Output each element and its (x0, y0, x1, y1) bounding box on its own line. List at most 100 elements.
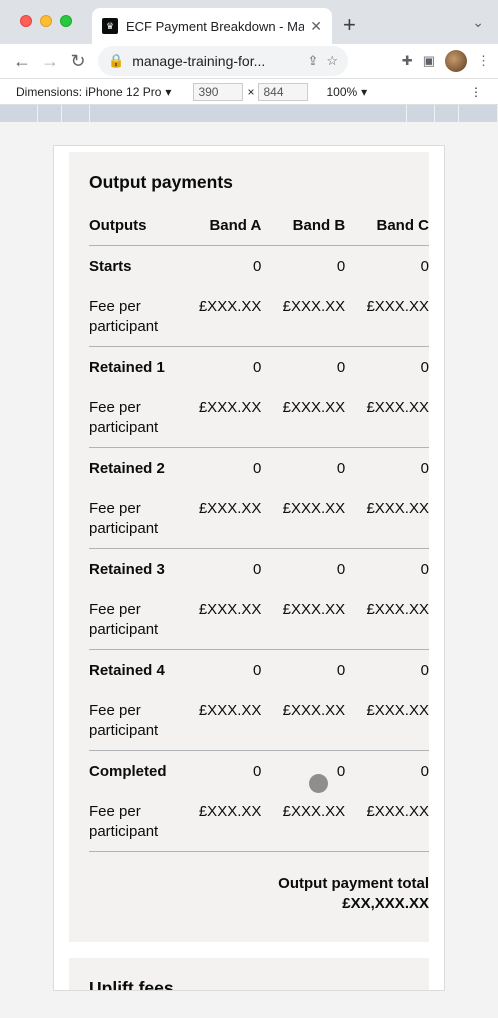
fee-cell: £XXX.XX (345, 587, 429, 650)
minimize-window-button[interactable] (40, 15, 52, 27)
times-icon: × (247, 84, 255, 99)
table-row: Starts 0 0 0 (89, 246, 429, 285)
fee-cell: £XXX.XX (261, 587, 346, 650)
table-row: Completed 0 0 0 (89, 751, 429, 790)
touch-cursor (309, 774, 328, 793)
device-select[interactable]: Dimensions: iPhone 12 Pro (16, 85, 161, 99)
device-toolbar: Dimensions: iPhone 12 Pro ▾ 390 × 844 10… (0, 78, 498, 104)
fee-cell: £XXX.XX (195, 688, 262, 751)
table-row: Retained 4 0 0 0 (89, 650, 429, 689)
tab-title: ECF Payment Breakdown - Man (126, 18, 305, 34)
count-cell: 0 (420, 359, 429, 376)
fee-cell: £XXX.XX (261, 688, 346, 751)
fee-label: Fee per participant (89, 385, 196, 448)
fee-cell: £XXX.XX (261, 789, 346, 852)
column-header: Band B (261, 217, 346, 246)
table-row: Fee per participant £XXX.XX £XXX.XX £XXX.XX (89, 587, 429, 650)
column-header: Band C (345, 217, 429, 246)
media-query-ruler[interactable] (0, 104, 498, 122)
row-label: Starts (89, 258, 132, 275)
count-cell: 0 (420, 460, 429, 477)
row-label: Retained 4 (89, 662, 165, 679)
fee-cell: £XXX.XX (195, 486, 262, 549)
device-frame: Output payments Outputs Band A Band B Ba… (53, 145, 445, 991)
fee-cell: £XXX.XX (345, 688, 429, 751)
table-row: Retained 3 0 0 0 (89, 549, 429, 588)
count-cell: 0 (336, 561, 346, 578)
table-row: Fee per participant £XXX.XX £XXX.XX £XXX.XX (89, 385, 429, 448)
fee-cell: £XXX.XX (345, 486, 429, 549)
browser-tab-bar: ♛ ECF Payment Breakdown - Man ✕ + ⌄ (0, 0, 498, 44)
count-cell: 0 (336, 662, 346, 679)
reload-button[interactable]: ↻ (64, 47, 92, 75)
count-cell: 0 (420, 763, 429, 780)
count-cell: 0 (336, 460, 346, 477)
more-options-icon[interactable]: ⋮ (470, 85, 482, 99)
address-bar[interactable]: 🔒 manage-training-for... ⇪ ☆ (98, 46, 348, 76)
row-label: Retained 1 (89, 359, 165, 376)
table-row: Retained 2 0 0 0 (89, 448, 429, 487)
table-row: Retained 1 0 0 0 (89, 347, 429, 386)
window-controls (20, 15, 72, 27)
section-title: Output payments (89, 172, 233, 192)
row-label: Retained 2 (89, 460, 165, 477)
count-cell: 0 (336, 258, 346, 275)
table-row: Fee per participant £XXX.XX £XXX.XX £XXX.XX (89, 284, 429, 347)
row-label: Retained 3 (89, 561, 165, 578)
fee-cell: £XXX.XX (345, 284, 429, 347)
fee-label: Fee per participant (89, 284, 196, 347)
fee-label: Fee per participant (89, 688, 196, 751)
count-cell: 0 (420, 662, 429, 679)
close-icon[interactable]: ✕ (310, 18, 322, 35)
table-row: Fee per participant £XXX.XX £XXX.XX £XXX.XX (89, 486, 429, 549)
fee-cell: £XXX.XX (195, 789, 262, 852)
table-row: Fee per participant £XXX.XX £XXX.XX £XXX.XX (89, 789, 429, 852)
zoom-select[interactable]: 100% (326, 85, 357, 99)
height-input[interactable]: 844 (258, 82, 309, 101)
column-header: Band A (195, 217, 262, 246)
close-window-button[interactable] (20, 15, 32, 27)
fee-label: Fee per participant (89, 587, 196, 650)
total-label: Output payment total (278, 875, 429, 892)
fee-cell: £XXX.XX (345, 789, 429, 852)
table-row: Fee per participant £XXX.XX £XXX.XX £XXX.XX (89, 688, 429, 751)
total-value: £XX,XXX.XX (342, 895, 429, 912)
uplift-fees-panel: Uplift fees (69, 958, 429, 991)
column-header: Outputs (89, 217, 196, 246)
url-text: manage-training-for... (132, 53, 266, 69)
star-icon[interactable]: ☆ (326, 53, 338, 69)
count-cell: 0 (253, 359, 262, 376)
maximize-window-button[interactable] (60, 15, 72, 27)
count-cell: 0 (420, 258, 429, 275)
count-cell: 0 (253, 561, 262, 578)
active-tab[interactable]: ♛ ECF Payment Breakdown - Man ✕ (92, 8, 332, 44)
crown-icon: ♛ (102, 18, 118, 34)
fee-cell: £XXX.XX (345, 385, 429, 448)
share-icon[interactable]: ⇪ (307, 53, 318, 69)
back-button[interactable]: ← (8, 47, 36, 75)
count-cell: 0 (420, 561, 429, 578)
lock-icon[interactable]: 🔒 (108, 53, 124, 69)
chevron-down-icon: ▾ (361, 84, 368, 99)
count-cell: 0 (253, 460, 262, 477)
browser-toolbar: ← → ↻ 🔒 manage-training-for... ⇪ ☆ ✚ ▣ ⋮ (0, 44, 498, 78)
device-viewport: Output payments Outputs Band A Band B Ba… (0, 123, 498, 1018)
count-cell: 0 (253, 258, 262, 275)
width-input[interactable]: 390 (193, 82, 244, 101)
chevron-down-icon: ▾ (165, 84, 172, 99)
section-title: Uplift fees (89, 978, 174, 991)
fee-cell: £XXX.XX (195, 284, 262, 347)
fee-label: Fee per participant (89, 486, 196, 549)
count-cell: 0 (253, 662, 262, 679)
forward-button[interactable]: → (36, 47, 64, 75)
output-payments-panel: Output payments Outputs Band A Band B Ba… (69, 152, 429, 942)
avatar[interactable] (445, 50, 467, 72)
more-menu-icon[interactable]: ⋮ (477, 53, 490, 69)
extensions-icon[interactable]: ✚ (402, 53, 413, 69)
side-panel-icon[interactable]: ▣ (423, 53, 435, 69)
fee-cell: £XXX.XX (195, 587, 262, 650)
fee-cell: £XXX.XX (261, 486, 346, 549)
count-cell: 0 (336, 359, 346, 376)
new-tab-button[interactable]: + (343, 12, 356, 38)
chevron-down-icon[interactable]: ⌄ (472, 14, 484, 31)
